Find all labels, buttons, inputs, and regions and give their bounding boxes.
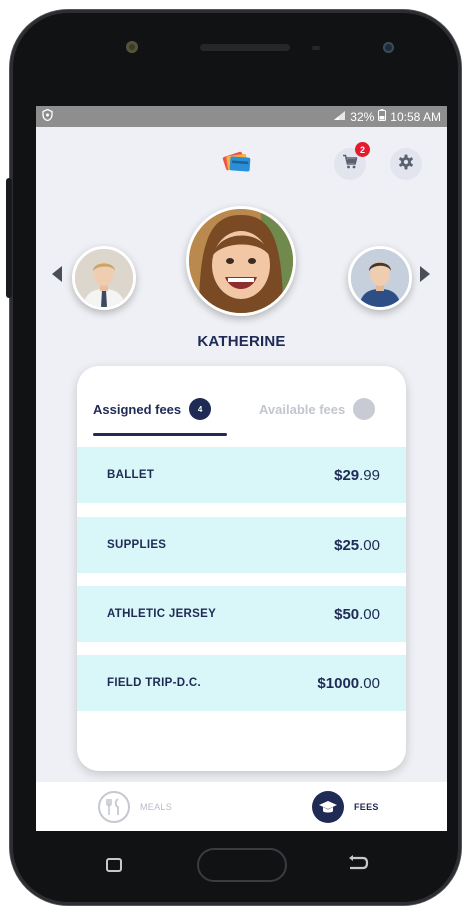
fee-name: SUPPLIES: [107, 539, 167, 551]
cart-icon: [342, 154, 358, 174]
back-icon[interactable]: [347, 855, 369, 876]
fee-name: ATHLETIC JERSEY: [107, 608, 217, 620]
student-avatar-previous[interactable]: [72, 246, 136, 310]
fee-row[interactable]: ATHLETIC JERSEY $50.00: [77, 586, 406, 642]
recent-apps-button[interactable]: [106, 858, 122, 872]
gear-icon: [398, 154, 414, 175]
flash-sensor: [312, 46, 320, 50]
cards-logo-icon: [220, 148, 256, 181]
settings-button[interactable]: [390, 148, 422, 180]
fee-row[interactable]: BALLET $29.99: [77, 447, 406, 503]
fee-name: FIELD TRIP-D.C.: [107, 677, 201, 689]
shield-icon: [42, 108, 53, 124]
nav-fees-label: FEES: [354, 802, 379, 812]
student-avatar-next[interactable]: [348, 246, 412, 310]
previous-student-arrow[interactable]: [52, 266, 62, 282]
fee-price: $25.00: [334, 536, 380, 554]
next-student-arrow[interactable]: [420, 266, 430, 282]
fee-tabs: Assigned fees 4 Available fees: [77, 366, 406, 446]
fee-name: BALLET: [107, 469, 155, 481]
meals-icon: [98, 791, 130, 823]
status-bar: 32% 10:58 AM: [36, 106, 447, 127]
fee-row[interactable]: FIELD TRIP-D.C. $1000.00: [77, 655, 406, 711]
app-screen: 32% 10:58 AM 2 KATHERINE Assigned fees 4…: [36, 106, 447, 831]
home-button[interactable]: [197, 848, 287, 882]
active-tab-indicator: [93, 433, 227, 436]
student-avatar-selected[interactable]: [186, 206, 296, 316]
nav-fees[interactable]: FEES: [312, 791, 379, 823]
fee-row[interactable]: SUPPLIES $25.00: [77, 517, 406, 573]
selected-student-name: KATHERINE: [197, 333, 286, 350]
graduation-cap-icon: [312, 791, 344, 823]
earpiece-speaker: [200, 44, 290, 51]
nav-meals[interactable]: MEALS: [98, 791, 172, 823]
signal-icon: [333, 110, 346, 124]
fee-price: $50.00: [334, 605, 380, 623]
nav-meals-label: MEALS: [140, 802, 173, 812]
bottom-navigation: MEALS FEES: [36, 782, 447, 831]
fee-price: $29.99: [334, 466, 380, 484]
available-count-badge: [353, 398, 376, 420]
tab-assigned-label: Assigned fees: [93, 401, 182, 417]
volume-button: [6, 178, 12, 298]
tab-available-label: Available fees: [259, 401, 346, 417]
fees-card: Assigned fees 4 Available fees BALLET $2…: [77, 366, 406, 771]
tab-available-fees[interactable]: Available fees: [259, 398, 376, 420]
fee-price: $1000.00: [317, 674, 380, 692]
battery-percent: 32%: [350, 109, 375, 124]
cart-button[interactable]: 2: [334, 142, 370, 180]
assigned-count-badge: 4: [189, 398, 212, 420]
proximity-sensor: [126, 41, 138, 53]
cart-badge: 2: [355, 142, 370, 157]
clock: 10:58 AM: [390, 109, 441, 124]
front-camera: [383, 42, 394, 53]
tab-assigned-fees[interactable]: Assigned fees 4: [93, 398, 212, 420]
battery-icon: [378, 109, 387, 124]
